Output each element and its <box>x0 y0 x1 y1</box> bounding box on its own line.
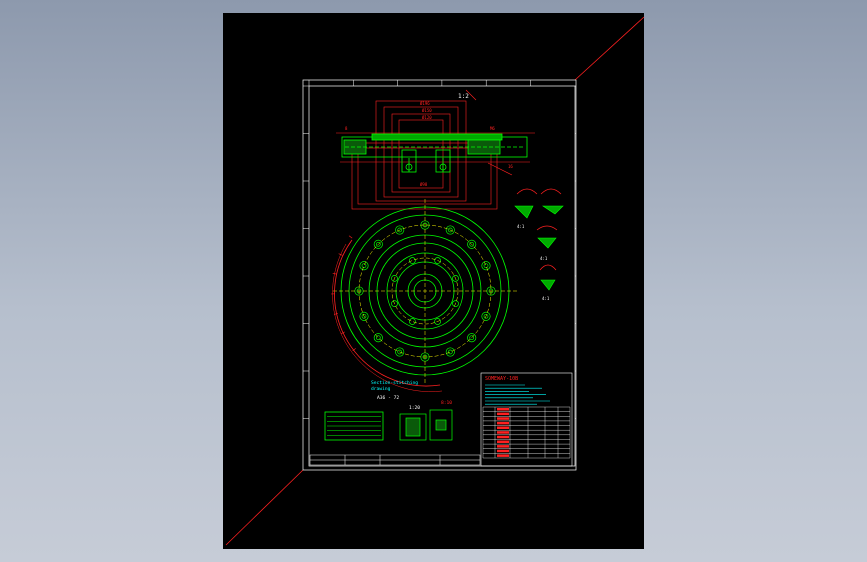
title-table-cell-mark <box>497 421 509 425</box>
model-space-background <box>223 13 644 549</box>
title-table-cell-mark <box>497 426 509 429</box>
svg-text:Ø150: Ø150 <box>422 108 432 113</box>
svg-text:Ø196: Ø196 <box>420 101 430 106</box>
title-block-heading: SOMEWAY-10B <box>485 376 518 382</box>
small-scale-label: 1:20 <box>409 405 420 411</box>
title-table-cell-mark <box>497 435 509 439</box>
svg-text:16: 16 <box>508 164 513 169</box>
small-note-label: 8:10 <box>441 400 452 406</box>
svg-text:Ø98: Ø98 <box>420 182 428 187</box>
detail-label-1: 4:1 <box>517 224 525 229</box>
cad-viewport[interactable]: Ø196 Ø150 Ø120 Ø98 8 M6 16 1:2 Section-s… <box>0 0 867 562</box>
title-table-cell-mark <box>497 445 509 448</box>
svg-text:Ø120: Ø120 <box>422 115 432 120</box>
title-table-cell-mark <box>497 412 509 416</box>
title-table-cell-mark <box>497 408 509 411</box>
title-table-cell-mark <box>497 454 509 457</box>
detail-label-3: 4:1 <box>542 296 550 301</box>
title-table-cell-mark <box>497 449 509 453</box>
title-table-cell-mark <box>497 440 509 443</box>
detail-label-2: 4:1 <box>540 256 548 261</box>
title-table-cell-mark <box>497 431 509 434</box>
svg-text:M6: M6 <box>490 126 495 131</box>
drawing-canvas: Ø196 Ø150 Ø120 Ø98 8 M6 16 1:2 Section-s… <box>223 13 645 549</box>
scale-mark-label: 1:2 <box>458 93 469 100</box>
section-note-line-2: drawing <box>371 386 391 392</box>
section-note-line-1: Section-stitching <box>371 380 418 386</box>
title-table-cell-mark <box>497 417 509 420</box>
section-note-value: A36 - 72 <box>377 395 399 401</box>
